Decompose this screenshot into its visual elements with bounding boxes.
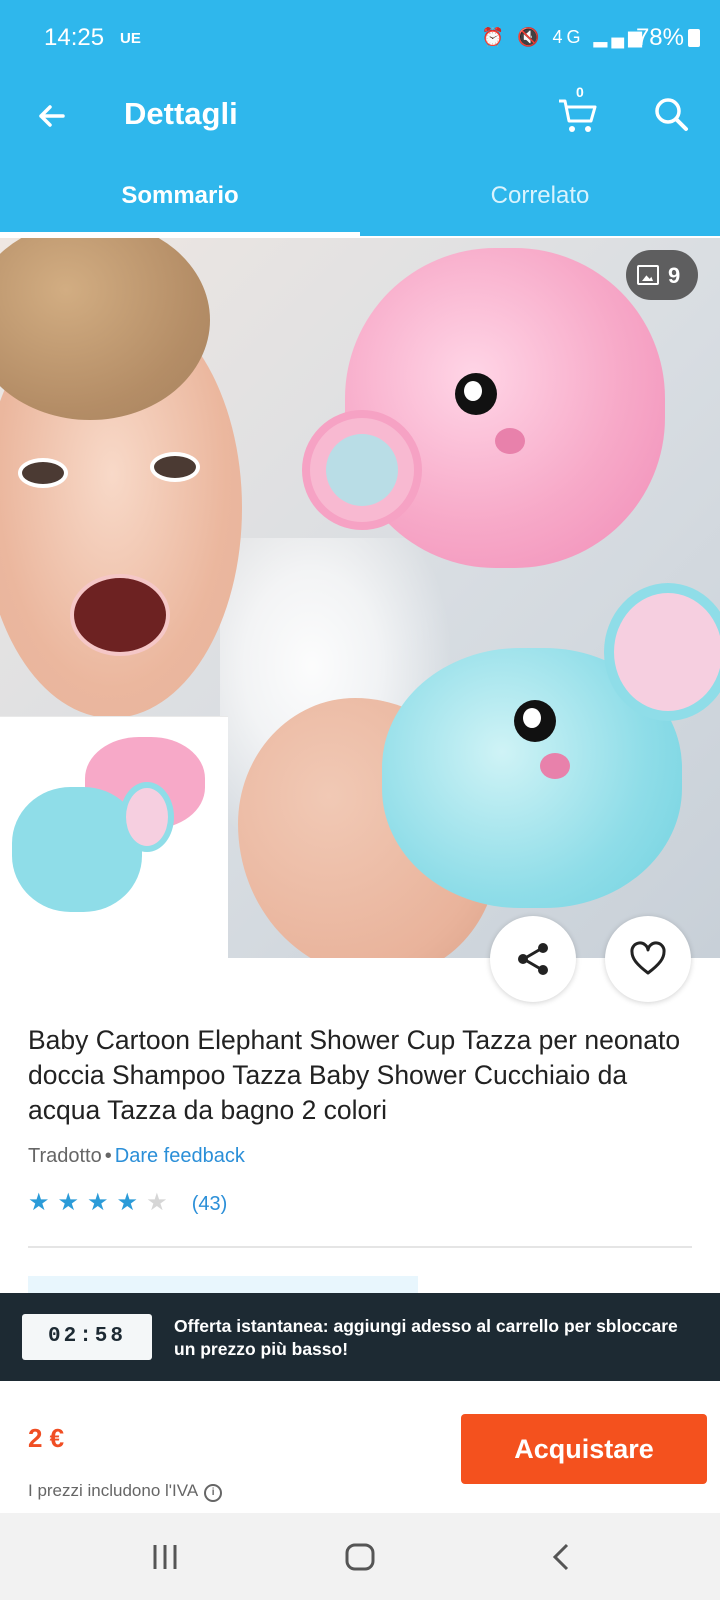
alarm-icon: ⏰	[481, 27, 509, 47]
app-bar: Dettagli 0	[0, 78, 720, 156]
carrier-badge: UE	[120, 30, 141, 47]
star-icon: ★	[87, 1189, 117, 1216]
product-title: Baby Cartoon Elephant Shower Cup Tazza p…	[28, 1025, 681, 1125]
feedback-link[interactable]: Dare feedback	[115, 1145, 245, 1167]
flash-offer-banner: 02:58 Offerta istantanea: aggiungi adess…	[0, 1293, 720, 1381]
chevron-left-icon	[552, 1543, 569, 1571]
image-icon	[637, 265, 659, 285]
mute-icon: 🔇	[517, 27, 544, 47]
divider	[28, 1246, 692, 1248]
arrow-left-icon	[39, 105, 65, 127]
baby-eye-left	[18, 458, 68, 488]
system-nav-bar	[0, 1513, 720, 1600]
vat-note: I prezzi includono l'IVA i	[28, 1481, 223, 1502]
star-icon: ★	[116, 1189, 147, 1216]
network-icon: 4G	[552, 27, 585, 47]
blue-elephant-eye	[514, 700, 556, 742]
vat-text: I prezzi includono l'IVA	[28, 1481, 199, 1500]
star-icon: ★	[28, 1189, 58, 1216]
tab-indicator	[0, 232, 360, 236]
search-icon	[655, 98, 688, 131]
cart-count-badge: 0	[576, 84, 584, 100]
star-icon: ★	[57, 1189, 88, 1216]
image-count: 9	[668, 263, 681, 288]
favorite-button[interactable]	[605, 916, 691, 1002]
separator-dot: •	[104, 1145, 112, 1167]
blue-elephant-nozzle	[604, 583, 720, 721]
info-icon[interactable]: i	[204, 1484, 223, 1502]
product-thumbnail-inset	[0, 716, 228, 958]
image-count-badge: 9	[626, 250, 698, 300]
page-title: Dettagli	[124, 96, 238, 131]
baby-eye-right	[150, 452, 200, 482]
product-image-gallery[interactable]: 9	[0, 238, 720, 958]
home-button[interactable]	[340, 1537, 380, 1577]
share-button[interactable]	[490, 916, 576, 1002]
purchase-bar: 2 € I prezzi includono l'IVA i Acquistare	[0, 1381, 720, 1513]
search-button[interactable]	[650, 93, 694, 137]
buy-button[interactable]: Acquistare	[461, 1414, 707, 1484]
countdown-timer: 02:58	[22, 1314, 152, 1360]
star-empty-icon: ★	[146, 1189, 176, 1216]
recent-apps-icon	[153, 1545, 177, 1569]
battery-icon	[688, 29, 700, 47]
translated-label: Tradotto	[28, 1145, 102, 1167]
heart-icon	[630, 941, 666, 975]
recent-apps-button[interactable]	[145, 1537, 185, 1577]
price: 2 €	[28, 1423, 65, 1453]
tab-summary[interactable]: Sommario	[0, 182, 360, 210]
share-icon	[518, 943, 548, 975]
info-strip	[28, 1276, 418, 1294]
tab-bar: Sommario Correlato	[0, 156, 720, 236]
system-back-button[interactable]	[543, 1537, 583, 1577]
offer-text: Offerta istantanea: aggiungi adesso al c…	[174, 1316, 678, 1359]
status-bar: 14:25 UE ⏰ 🔇 4G ▂▄▆ 78%	[0, 0, 720, 78]
star-rating: ★★★★★	[28, 1189, 176, 1216]
battery-indicator: 78%	[636, 24, 700, 52]
status-icons: ⏰ 🔇 4G ▂▄▆	[482, 27, 646, 48]
pink-elephant-eye	[455, 373, 497, 415]
mini-blue-nozzle	[120, 782, 174, 852]
pink-elephant-nozzle	[302, 410, 422, 530]
status-time: 14:25	[44, 24, 105, 51]
rating-row[interactable]: ★★★★★ (43)	[28, 1188, 227, 1217]
battery-percent: 78%	[635, 24, 684, 51]
pink-elephant-cheek	[495, 428, 525, 454]
review-count: (43)	[191, 1193, 228, 1215]
back-button[interactable]	[32, 96, 72, 136]
tab-related[interactable]: Correlato	[360, 182, 720, 210]
pink-nozzle-holes	[326, 434, 398, 506]
translation-row: Tradotto • Dare feedback	[28, 1145, 245, 1168]
home-icon	[345, 1543, 375, 1571]
blue-elephant-cheek	[540, 753, 570, 779]
baby-mouth	[70, 574, 170, 656]
